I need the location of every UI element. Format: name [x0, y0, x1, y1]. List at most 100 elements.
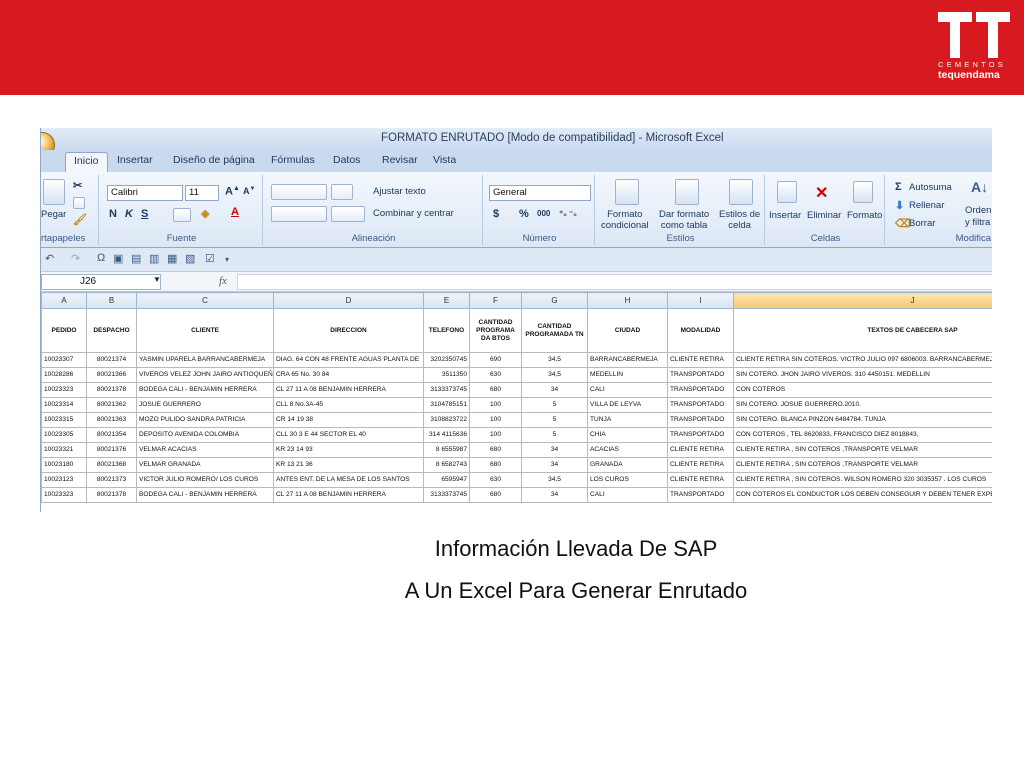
column-header[interactable]: D	[273, 292, 424, 309]
table-cell[interactable]: 80021363	[86, 412, 137, 428]
paste-label[interactable]: Pegar	[41, 209, 66, 220]
table-cell[interactable]: CRA 65 No. 30 84	[273, 367, 424, 383]
header-cell[interactable]: DESPACHO	[86, 308, 137, 353]
column-header[interactable]: A	[41, 292, 87, 309]
insert-function-icon[interactable]: fx	[219, 275, 227, 287]
table-cell[interactable]: SIN COTERO. JHON JAIRO VIVEROS. 310 4450…	[733, 367, 992, 383]
table-cell[interactable]: ACACIAS	[587, 442, 668, 458]
bold-icon[interactable]: N	[109, 208, 117, 220]
currency-icon[interactable]: $	[493, 208, 499, 220]
table-cell[interactable]: CLL 30 3 E 44 SECTOR EL 40	[273, 427, 424, 443]
table-cell[interactable]: DEPOSITO AVENIDA COLOMBIA	[136, 427, 274, 443]
table-cell[interactable]: 10028286	[41, 367, 87, 383]
format-cells-icon[interactable]	[853, 181, 873, 203]
table-cell[interactable]: 80021362	[86, 397, 137, 413]
wrap-text-button[interactable]: Ajustar texto	[373, 186, 426, 197]
table-cell[interactable]: CALI	[587, 487, 668, 503]
table-cell[interactable]: TUNJA	[587, 412, 668, 428]
table-cell[interactable]: 690	[469, 352, 522, 368]
table-cell[interactable]: VELMAR ACACIAS	[136, 442, 274, 458]
header-cell[interactable]: DIRECCION	[273, 308, 424, 353]
sort-filter-label-2[interactable]: y filtra	[965, 217, 990, 228]
table-cell[interactable]: 80021374	[86, 352, 137, 368]
table-cell[interactable]: TRANSPORTADO	[667, 412, 734, 428]
table-cell[interactable]: 10023321	[41, 442, 87, 458]
font-size-select[interactable]: 11	[185, 185, 219, 201]
sort-filter-icon[interactable]: A↓	[971, 179, 988, 195]
fill-icon[interactable]: ⬇	[895, 199, 904, 212]
table-cell[interactable]: CLIENTE RETIRA , SIN COTEROS. WILSON ROM…	[733, 472, 992, 488]
table-cell[interactable]: 34	[521, 457, 588, 473]
copy-icon[interactable]	[73, 197, 85, 209]
table-cell[interactable]: 3202350745	[423, 352, 470, 368]
paste-icon[interactable]	[43, 179, 65, 205]
column-header[interactable]: C	[136, 292, 274, 309]
table-cell[interactable]: CLIENTE RETIRA	[667, 457, 734, 473]
cell-styles-icon[interactable]	[729, 179, 753, 205]
table-cell[interactable]: CLIENTE RETIRA	[667, 472, 734, 488]
table-cell[interactable]: CL 27 11 A 08 BENJAMIN HERRERA	[273, 382, 424, 398]
table-cell[interactable]: VIVEROS VELEZ JOHN JAIRO ANTIOQUEÑA	[136, 367, 274, 383]
table-cell[interactable]: BARRANCABERMEJA	[587, 352, 668, 368]
table-cell[interactable]: MOZO PULIDO SANDRA PATRICIA	[136, 412, 274, 428]
header-cell[interactable]: MODALIDAD	[667, 308, 734, 353]
header-cell[interactable]: TEXTOS DE CABECERA SAP	[733, 308, 992, 353]
fill-button[interactable]: Rellenar	[909, 200, 944, 211]
table-cell[interactable]: CLIENTE RETIRA , SIN COTEROS ,TRANSPORTE…	[733, 457, 992, 473]
table-cell[interactable]: CR 14 19 38	[273, 412, 424, 428]
decimal-icons[interactable]: ⁺₀ ⁻₀	[559, 209, 577, 218]
table-cell[interactable]: BODEGA CALI - BENJAMIN HERRERA	[136, 382, 274, 398]
column-header[interactable]: G	[521, 292, 588, 309]
name-box-dropdown-icon[interactable]: ▼	[153, 275, 161, 284]
table-cell[interactable]: LOS CUROS	[587, 472, 668, 488]
table-cell[interactable]: GRANADA	[587, 457, 668, 473]
vertical-align-icons[interactable]	[271, 184, 327, 200]
symbol-icon[interactable]: Ω	[97, 252, 105, 264]
column-header[interactable]: I	[667, 292, 734, 309]
table-cell[interactable]: 34	[521, 382, 588, 398]
column-header[interactable]: B	[86, 292, 137, 309]
table-cell[interactable]: VELMAR GRANADA	[136, 457, 274, 473]
table-cell[interactable]: CON COTEROS	[733, 382, 992, 398]
table-cell[interactable]: 34,5	[521, 472, 588, 488]
font-color-icon[interactable]: A	[231, 206, 239, 218]
table-cell[interactable]: 10023314	[41, 397, 87, 413]
shrink-font-icon[interactable]: A▼	[243, 186, 255, 196]
table-cell[interactable]: 34	[521, 442, 588, 458]
tab-diseno-pagina[interactable]: Diseño de página	[173, 154, 255, 166]
format-button[interactable]: Formato	[847, 210, 882, 221]
redo-icon[interactable]: ↷	[71, 252, 80, 265]
conditional-format-icon[interactable]	[615, 179, 639, 205]
tab-formulas[interactable]: Fórmulas	[271, 154, 315, 166]
grow-font-icon[interactable]: A▲	[225, 185, 240, 198]
table-cell[interactable]: MEDELLIN	[587, 367, 668, 383]
table-cell[interactable]: 10023123	[41, 472, 87, 488]
table-cell[interactable]: 680	[469, 442, 522, 458]
table-cell[interactable]: CALI	[587, 382, 668, 398]
print-preview-icon[interactable]: ▤	[131, 252, 141, 265]
table-cell[interactable]: CLIENTE RETIRA	[667, 442, 734, 458]
conditional-format-button[interactable]: Formato condicional	[601, 209, 649, 231]
table-cell[interactable]: CLIENTE RETIRA , SIN COTEROS ,TRANSPORTE…	[733, 442, 992, 458]
format-as-table-button[interactable]: Dar formato como tabla	[659, 209, 709, 231]
format-painter-icon[interactable]: 🖌	[73, 213, 87, 226]
table-cell[interactable]: TRANSPORTADO	[667, 427, 734, 443]
clear-button[interactable]: Borrar	[909, 218, 935, 229]
merge-center-button[interactable]: Combinar y centrar	[373, 208, 454, 219]
table-cell[interactable]: CON COTEROS , TEL 8620833, FRANCISCO DIE…	[733, 427, 992, 443]
table-cell[interactable]: CLIENTE RETIRA SIN COTEROS. VICTRO JULIO…	[733, 352, 992, 368]
header-cell[interactable]: CIUDAD	[587, 308, 668, 353]
thousands-icon[interactable]: 000	[537, 209, 550, 218]
cut-icon[interactable]: ✂	[73, 179, 82, 192]
table-cell[interactable]: 10023180	[41, 457, 87, 473]
insert-cells-icon[interactable]	[777, 181, 797, 203]
table-cell[interactable]: 80021366	[86, 367, 137, 383]
tab-vista[interactable]: Vista	[433, 154, 456, 166]
table-cell[interactable]: 5	[521, 427, 588, 443]
autosum-button[interactable]: Autosuma	[909, 182, 952, 193]
table-cell[interactable]: 3133373745	[423, 487, 470, 503]
table-cell[interactable]: CLL 8 No.3A-45	[273, 397, 424, 413]
fill-color-icon[interactable]: ◈	[201, 207, 209, 220]
header-cell[interactable]: CANTIDAD PROGRAMA DA BTOS	[469, 308, 522, 353]
table-cell[interactable]: 3108823722	[423, 412, 470, 428]
